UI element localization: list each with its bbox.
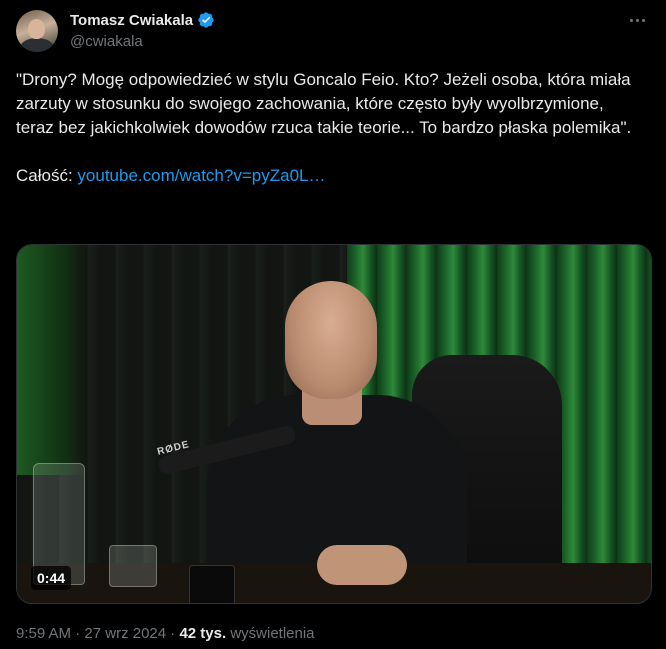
black-mug <box>189 565 235 603</box>
tweet-text: "Drony? Mogę odpowiedzieć w stylu Goncal… <box>16 68 646 188</box>
tweet-quote: "Drony? Mogę odpowiedzieć w stylu Goncal… <box>16 70 632 137</box>
tweet-link-line: Całość: youtube.com/watch?v=pyZa0L… <box>16 164 646 188</box>
tweet: Tomasz Cwiakala @cwiakala "Drony? Mogę o… <box>0 0 666 649</box>
video-thumbnail: RØDE <box>17 245 651 603</box>
more-dot <box>629 18 633 22</box>
water-glass <box>109 545 157 587</box>
youtube-link[interactable]: youtube.com/watch?v=pyZa0L… <box>77 166 325 185</box>
more-dots-icon[interactable] <box>626 12 648 28</box>
more-dot <box>641 18 645 22</box>
more-dot <box>635 18 639 22</box>
footer-separator: · <box>75 625 81 642</box>
footer-separator: · <box>170 625 176 642</box>
author-names: Tomasz Cwiakala @cwiakala <box>70 10 215 50</box>
tweet-time[interactable]: 9:59 AM <box>16 625 71 642</box>
video-duration-badge: 0:44 <box>31 566 72 590</box>
avatar-shirt <box>20 38 54 52</box>
tweet-footer: 9:59 AM · 27 wrz 2024 · 42 tys. wyświetl… <box>16 625 315 642</box>
person-head <box>285 281 377 399</box>
link-prefix: Całość: <box>16 166 78 185</box>
views-count: 42 tys. <box>179 625 227 642</box>
views-label: wyświetlenia <box>230 625 315 642</box>
green-light <box>17 245 87 475</box>
verified-badge-icon <box>198 12 214 28</box>
video-player[interactable]: RØDE 0:44 <box>16 244 652 604</box>
person-hand <box>317 545 407 585</box>
tweet-date[interactable]: 27 wrz 2024 <box>84 625 166 642</box>
display-name[interactable]: Tomasz Cwiakala <box>70 12 193 29</box>
display-name-row: Tomasz Cwiakala <box>70 10 215 30</box>
handle[interactable]: @cwiakala <box>70 33 215 50</box>
avatar-face <box>28 19 45 39</box>
avatar[interactable] <box>16 10 58 52</box>
tweet-header: Tomasz Cwiakala @cwiakala <box>16 10 650 56</box>
